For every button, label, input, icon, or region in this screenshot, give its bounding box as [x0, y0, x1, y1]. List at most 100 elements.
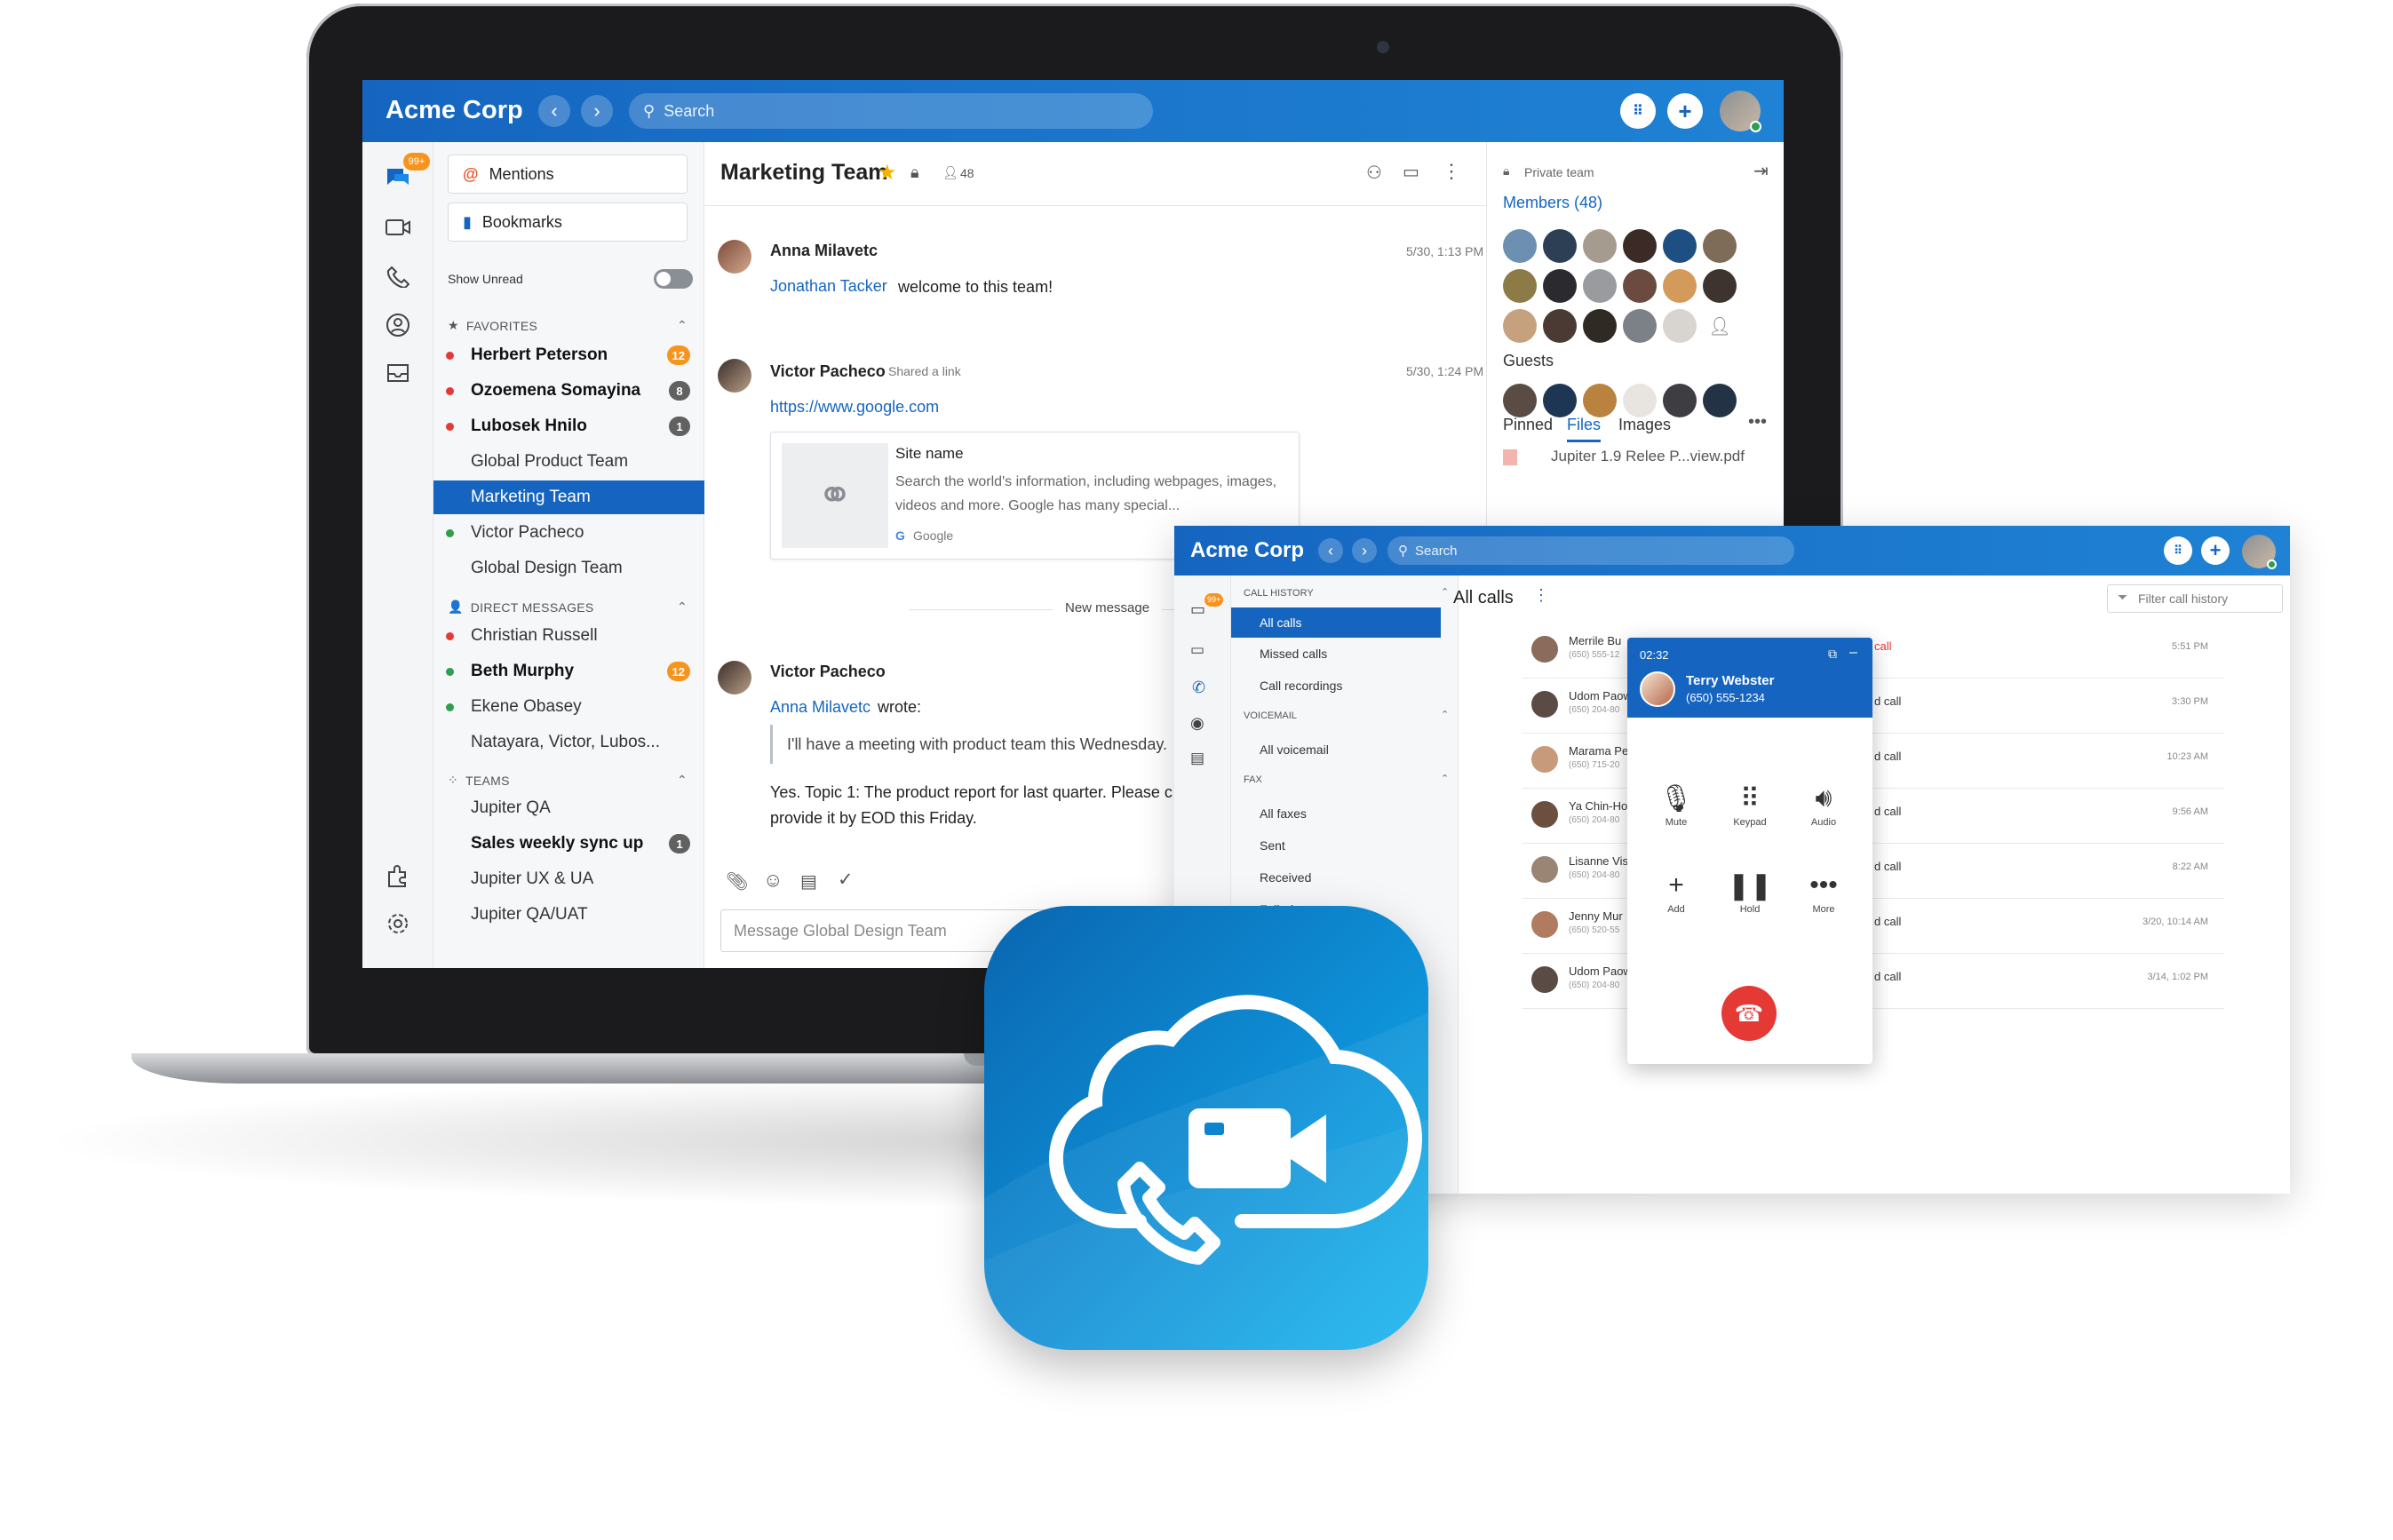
audio-button[interactable]: 🔊︎ Audio	[1793, 780, 1855, 828]
avatar[interactable]	[718, 661, 751, 695]
search-input[interactable]: ⚲ Search	[1387, 536, 1794, 565]
favorite-item[interactable]: Ozoemena Somayina 8	[433, 374, 704, 408]
avatar[interactable]	[718, 359, 751, 393]
avatar[interactable]	[718, 240, 751, 274]
bookmarks-button[interactable]: ▮ Bookmarks	[448, 202, 688, 242]
team-item[interactable]: Jupiter QA	[433, 791, 704, 825]
apps-grid-icon[interactable]: ⠿	[1620, 93, 1656, 129]
dm-item[interactable]: Christian Russell	[433, 619, 704, 653]
filter-call-history-input[interactable]: Filter call history	[2107, 584, 2283, 613]
avatar[interactable]	[1503, 229, 1537, 263]
avatar[interactable]	[1663, 384, 1697, 417]
message-url[interactable]: https://www.google.com	[770, 398, 939, 417]
phone-icon[interactable]: ✆	[1192, 679, 1205, 697]
more-vertical-icon[interactable]: ⋮	[1442, 160, 1461, 183]
nav-received[interactable]: Received	[1260, 870, 1311, 885]
messages-icon[interactable]: ▭	[1190, 600, 1205, 619]
avatar[interactable]	[1543, 309, 1577, 343]
add-button[interactable]: +	[1667, 93, 1703, 129]
message-author[interactable]: Victor Pacheco	[770, 362, 886, 381]
dm-item[interactable]: Beth Murphy 12	[433, 655, 704, 688]
contacts-icon[interactable]	[382, 309, 414, 341]
collapse-panel-icon[interactable]: ⇥	[1753, 160, 1769, 182]
dm-item[interactable]: Ekene Obasey	[433, 690, 704, 724]
more-vertical-icon[interactable]: ⋮	[1533, 586, 1549, 605]
avatar[interactable]	[1703, 269, 1737, 303]
emoji-icon[interactable]: ☺	[763, 869, 783, 892]
nav-call-recordings[interactable]: Call recordings	[1260, 679, 1342, 693]
avatar[interactable]	[1583, 384, 1617, 417]
settings-gear-icon[interactable]	[382, 908, 414, 940]
integrations-icon[interactable]	[382, 860, 414, 892]
file-name[interactable]: Jupiter 1.9 Relee P...view.pdf	[1551, 448, 1745, 465]
more-button[interactable]: ••• More	[1793, 867, 1855, 915]
avatar[interactable]	[1543, 269, 1577, 303]
video-call-icon[interactable]: ▭	[1403, 161, 1419, 183]
favorite-item[interactable]: Lubosek Hnilo 1	[433, 409, 704, 443]
share-icon[interactable]: ⚇	[1366, 162, 1382, 184]
message-author[interactable]: Anna Milavetc	[770, 242, 878, 260]
minimize-icon[interactable]: –	[1849, 645, 1857, 661]
hold-button[interactable]: ❚❚ Hold	[1719, 867, 1781, 916]
favorites-header[interactable]: ★ FAVORITES ⌃	[448, 318, 688, 333]
avatar[interactable]	[1503, 384, 1537, 417]
tab-files[interactable]: Files	[1567, 416, 1602, 442]
team-item[interactable]: Jupiter UX & UA	[433, 862, 704, 896]
dm-item[interactable]: Natayara, Victor, Lubos...	[433, 726, 704, 759]
teams-header[interactable]: ⁘ TEAMS ⌃	[448, 773, 688, 788]
quote-author-link[interactable]: Anna Milavetc	[770, 698, 871, 717]
add-member-icon[interactable]: 👤︎	[1703, 309, 1737, 343]
nav-missed-calls[interactable]: Missed calls	[1260, 647, 1327, 661]
fax-header[interactable]: FAX	[1244, 774, 1262, 785]
avatar[interactable]	[1703, 229, 1737, 263]
avatar[interactable]	[1583, 229, 1617, 263]
favorite-item[interactable]: Global Design Team	[433, 552, 704, 585]
mention-link[interactable]: Jonathan Tacker	[770, 277, 887, 296]
nav-all-calls[interactable]: All calls	[1231, 607, 1441, 638]
call-history-header[interactable]: CALL HISTORY	[1244, 588, 1314, 599]
contacts-icon[interactable]: ◉	[1190, 714, 1204, 733]
voicemail-header[interactable]: VOICEMAIL	[1244, 710, 1297, 721]
avatar[interactable]	[1583, 309, 1617, 343]
task-icon[interactable]: ✓	[838, 869, 854, 891]
inbox-icon[interactable]: ▤	[1190, 750, 1204, 767]
tab-pinned[interactable]: Pinned	[1503, 416, 1553, 434]
avatar[interactable]	[1663, 229, 1697, 263]
avatar[interactable]	[1503, 309, 1537, 343]
favorite-star-icon[interactable]: ★	[878, 160, 897, 186]
avatar[interactable]	[1623, 384, 1657, 417]
avatar[interactable]	[1623, 269, 1657, 303]
direct-messages-header[interactable]: 👤 DIRECT MESSAGES ⌃	[448, 599, 688, 615]
nav-sent[interactable]: Sent	[1260, 838, 1285, 853]
message-author[interactable]: Victor Pacheco	[770, 663, 886, 681]
avatar[interactable]	[1623, 229, 1657, 263]
keypad-button[interactable]: ⠿ Keypad	[1719, 780, 1781, 829]
members-icon[interactable]: 👤︎	[942, 165, 958, 180]
team-item[interactable]: Jupiter QA/UAT	[433, 898, 704, 932]
show-unread-toggle[interactable]	[654, 269, 693, 289]
forward-button[interactable]: ›	[1352, 538, 1377, 563]
mentions-button[interactable]: @ Mentions	[448, 155, 688, 194]
avatar[interactable]	[1703, 384, 1737, 417]
avatar[interactable]	[1543, 384, 1577, 417]
avatar[interactable]	[1503, 269, 1537, 303]
more-horizontal-icon[interactable]: •••	[1748, 412, 1767, 433]
avatar[interactable]	[1583, 269, 1617, 303]
attach-icon[interactable]: 📎︎	[726, 870, 748, 893]
video-icon[interactable]: ▭	[1190, 641, 1204, 659]
favorite-item[interactable]: Victor Pacheco	[433, 516, 704, 550]
popout-icon[interactable]: ⧉	[1828, 647, 1837, 662]
favorite-item[interactable]: Global Product Team	[433, 445, 704, 479]
avatar[interactable]	[1623, 309, 1657, 343]
back-button[interactable]: ‹	[1318, 538, 1343, 563]
avatar[interactable]	[1543, 229, 1577, 263]
search-input[interactable]: ⚲ Search	[629, 93, 1153, 129]
hang-up-button[interactable]: ☎	[1721, 986, 1777, 1041]
video-icon[interactable]	[382, 211, 414, 243]
back-button[interactable]: ‹	[538, 95, 570, 127]
avatar[interactable]	[1663, 269, 1697, 303]
team-item[interactable]: Sales weekly sync up 1	[433, 827, 704, 861]
tab-images[interactable]: Images	[1618, 416, 1671, 434]
inbox-icon[interactable]	[382, 357, 414, 389]
favorite-item-selected[interactable]: Marketing Team	[433, 480, 704, 514]
